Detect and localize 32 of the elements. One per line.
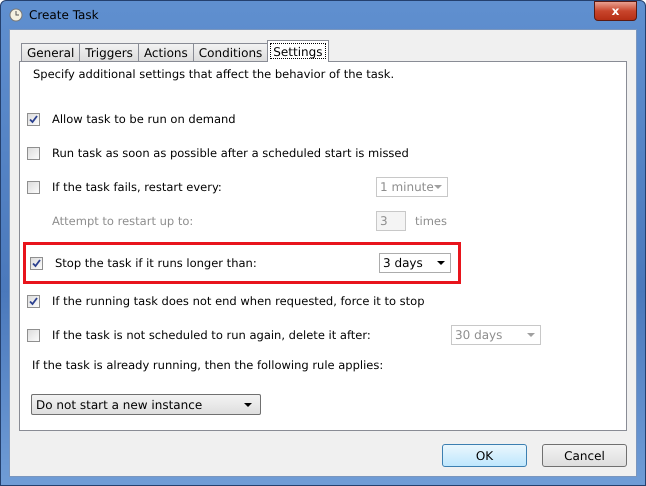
- unit-label: times: [415, 214, 447, 228]
- tab[interactable]: Settings: [267, 40, 329, 62]
- tab[interactable]: Conditions: [192, 43, 268, 62]
- option-label: If the task fails, restart every:: [52, 180, 223, 194]
- option-label: Attempt to restart up to:: [52, 214, 194, 228]
- checkbox[interactable]: [27, 328, 40, 342]
- clock-icon: [9, 8, 23, 22]
- caret-icon: [244, 402, 252, 406]
- option-label: If the running task does not end when requested, force it to stop: [52, 294, 425, 308]
- close-button[interactable]: x: [594, 1, 637, 21]
- caret-icon: [437, 261, 445, 265]
- tab[interactable]: Actions: [138, 43, 194, 62]
- rule-label: If the task is already running, then the following rule applies:: [32, 358, 384, 372]
- checkbox[interactable]: [27, 112, 40, 126]
- option-label: Stop the task if it runs longer than:: [55, 256, 258, 270]
- checkbox[interactable]: [27, 146, 40, 160]
- caret-icon: [434, 185, 442, 189]
- ok-button[interactable]: OK: [442, 444, 527, 467]
- option-label: Run task as soon as possible after a scheduled start is missed: [52, 146, 409, 160]
- tab[interactable]: General: [21, 43, 80, 62]
- option-label: If the task is not scheduled to run again, delete it after:: [52, 328, 372, 342]
- checkbox[interactable]: [30, 256, 43, 270]
- duration-dropdown[interactable]: 3 days: [379, 253, 451, 273]
- rule-dropdown[interactable]: Do not start a new instance: [31, 394, 261, 415]
- option-label: Allow task to be run on demand: [52, 112, 236, 126]
- checkbox[interactable]: [27, 180, 40, 194]
- window-title: Create Task: [29, 8, 100, 22]
- tab[interactable]: Triggers: [79, 43, 139, 62]
- cancel-button[interactable]: Cancel: [542, 444, 627, 467]
- checkbox[interactable]: [27, 294, 40, 308]
- intro-text: Specify additional settings that affect the behavior of the task.: [33, 67, 396, 81]
- caret-icon: [527, 333, 535, 337]
